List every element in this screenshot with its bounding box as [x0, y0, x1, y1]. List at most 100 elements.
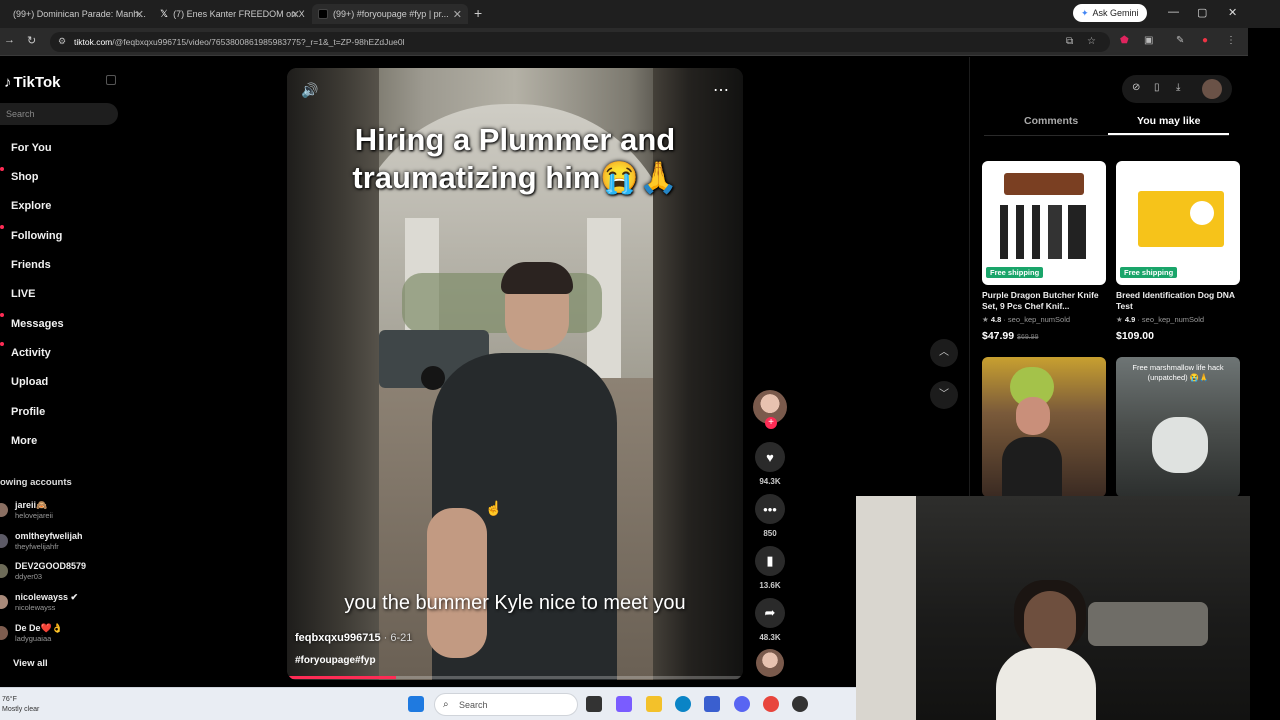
account-item[interactable]: De De❤️👌 ladyguaiaa [0, 623, 118, 647]
mouse-cursor-icon: ☝ [485, 500, 503, 516]
collapse-sidebar-icon[interactable] [106, 75, 116, 85]
maximize-button[interactable]: ▢ [1197, 6, 1207, 19]
tiktok-logo[interactable]: ♪ TikTok [4, 74, 60, 91]
ask-gemini-button[interactable]: ✦ Ask Gemini [1073, 4, 1147, 22]
video-progress-bar[interactable] [287, 676, 743, 679]
tab-you-may-like[interactable]: You may like [1137, 115, 1200, 127]
reload-icon[interactable]: ↻ [27, 34, 36, 47]
close-icon[interactable]: ✕ [135, 8, 144, 21]
tab-enes-kanter[interactable]: 𝕏 (7) Enes Kanter FREEDOM on X ✕ [154, 4, 306, 24]
url-text: tiktok.com/@feqbxqxu996715/video/7653800… [74, 37, 404, 47]
caption-line: traumatizing him😭🙏 [352, 160, 678, 195]
minimize-button[interactable]: — [1168, 6, 1179, 18]
nav-live[interactable]: LIVE [11, 288, 35, 300]
taskbar-search[interactable]: ⌕ Search [434, 693, 578, 716]
menu-icon[interactable]: ⋮ [1226, 35, 1236, 46]
avatar [0, 626, 8, 640]
video-thumbnail[interactable]: Free marshmallow life hack (unpatched) 😭… [1116, 357, 1240, 497]
phone-icon[interactable]: ▯ [1154, 82, 1160, 93]
follow-plus-icon[interactable]: + [765, 417, 777, 429]
like-button[interactable]: ♥ 94.3K [753, 442, 787, 486]
more-options-icon[interactable]: ⋯ [713, 80, 729, 100]
download-icon[interactable]: ⤓ [1176, 82, 1180, 93]
tab-tiktok[interactable]: (99+) #foryoupage #fyp | pr... ✕ [312, 4, 468, 24]
video-thumbnail[interactable] [982, 357, 1106, 497]
nav-more[interactable]: More [11, 435, 37, 447]
compass-icon[interactable]: ⊘ [1132, 82, 1140, 93]
account-handle: helovejareii [15, 511, 53, 520]
account-name: omltheyfwelijah [15, 531, 83, 541]
notification-dot [0, 342, 4, 346]
nav-messages[interactable]: Messages [11, 318, 64, 330]
video-player[interactable]: 🔊 ⋯ Hiring a Plummer and traumatizing hi… [287, 68, 743, 680]
chrome-icon[interactable] [763, 696, 779, 712]
extension-icon[interactable]: ⬟ [1120, 35, 1129, 46]
knife-shape [1048, 205, 1062, 259]
address-bar[interactable]: ⚙ tiktok.com/@feqbxqxu996715/video/76538… [50, 32, 1110, 52]
caption-line: Hiring a Plummer and [354, 122, 676, 157]
nav-shop[interactable]: Shop [11, 171, 39, 183]
view-all-link[interactable]: View all [13, 658, 48, 669]
product-card[interactable]: Free shipping Purple Dragon Butcher Knif… [982, 161, 1106, 342]
knife-shape [1068, 205, 1086, 259]
nav-upload[interactable]: Upload [11, 376, 48, 388]
close-window-button[interactable]: ✕ [1228, 6, 1237, 19]
nav-explore[interactable]: Explore [11, 200, 51, 212]
nav-activity[interactable]: Activity [11, 347, 51, 359]
account-item[interactable]: jareii🙈 helovejareii [0, 500, 118, 524]
close-icon[interactable]: ✕ [453, 8, 462, 21]
forward-icon[interactable]: → [4, 34, 15, 46]
search-input[interactable]: Search [0, 103, 118, 125]
close-icon[interactable]: ✕ [291, 8, 300, 21]
profile-icon[interactable]: ● [1202, 35, 1208, 46]
account-item[interactable]: DEV2GOOD8579 ddyer03 [0, 561, 118, 585]
product-title: Purple Dragon Butcher Knife Set, 9 Pcs C… [982, 290, 1099, 311]
music-disc-icon[interactable] [756, 649, 784, 677]
edge-icon[interactable] [675, 696, 691, 712]
windows-start-icon[interactable] [408, 696, 424, 712]
extension-icon[interactable]: ✎ [1176, 35, 1184, 46]
video-hashtags[interactable]: #foryoupage#fyp [295, 655, 376, 666]
file-explorer-icon[interactable] [646, 696, 662, 712]
video-author[interactable]: feqbxqxu996715 · 6-21 [295, 632, 412, 644]
chevron-up-icon[interactable]: ︿ [930, 339, 958, 367]
product-card[interactable]: Free shipping Breed Identification Dog D… [1116, 161, 1240, 342]
task-view-icon[interactable] [586, 696, 602, 712]
thumb-figure-body [1002, 437, 1062, 497]
discord-icon[interactable] [734, 696, 750, 712]
tab-comments[interactable]: Comments [1024, 115, 1078, 127]
nav-following[interactable]: Following [11, 230, 62, 242]
account-item[interactable]: nicolewayss ✔ nicolewayss [0, 592, 118, 616]
account-name: nicolewayss ✔ [15, 592, 79, 602]
tiktok-logo-icon: ♪ [4, 74, 12, 91]
chevron-down-icon[interactable]: ﹀ [930, 381, 958, 409]
bookmark-star-icon[interactable]: ☆ [1087, 36, 1096, 47]
new-tab-button[interactable]: + [474, 5, 482, 21]
free-shipping-badge: Free shipping [986, 267, 1044, 278]
store-icon[interactable] [704, 696, 720, 712]
site-info-icon[interactable]: ⚙ [58, 36, 66, 47]
video-person-arm [427, 508, 487, 658]
install-app-icon[interactable]: ⧉ [1066, 36, 1073, 47]
save-button[interactable]: ▮ 13.6K [753, 546, 787, 590]
user-avatar[interactable] [1202, 79, 1222, 99]
extension-icon[interactable]: ▣ [1144, 35, 1153, 46]
account-item[interactable]: omltheyfwelijah theyfwelijahfr [0, 531, 118, 555]
volume-icon[interactable]: 🔊 [301, 82, 318, 99]
nav-for-you[interactable]: For You [11, 142, 52, 154]
tab-dominican-parade[interactable]: (99+) Dominican Parade: Manh... ✕ [2, 4, 150, 24]
account-name: De De❤️👌 [15, 623, 63, 633]
x-logo-icon: 𝕏 [160, 8, 169, 20]
nav-profile[interactable]: Profile [11, 406, 45, 418]
video-progress-fill [287, 676, 397, 679]
nav-friends[interactable]: Friends [11, 259, 51, 271]
app-icon[interactable] [792, 696, 808, 712]
comment-button[interactable]: ••• 850 [753, 494, 787, 538]
share-button[interactable]: ➦ 48.3K [753, 598, 787, 642]
comment-count: 850 [763, 529, 777, 538]
share-count: 48.3K [759, 633, 781, 642]
weather-widget[interactable]: 76°F Mostly clear [2, 695, 39, 715]
product-rating: ★ 4.9 · seo_kep_numSold [1116, 315, 1205, 324]
copilot-icon[interactable] [616, 696, 632, 712]
windows-taskbar: 76°F Mostly clear ⌕ Search [0, 687, 856, 720]
